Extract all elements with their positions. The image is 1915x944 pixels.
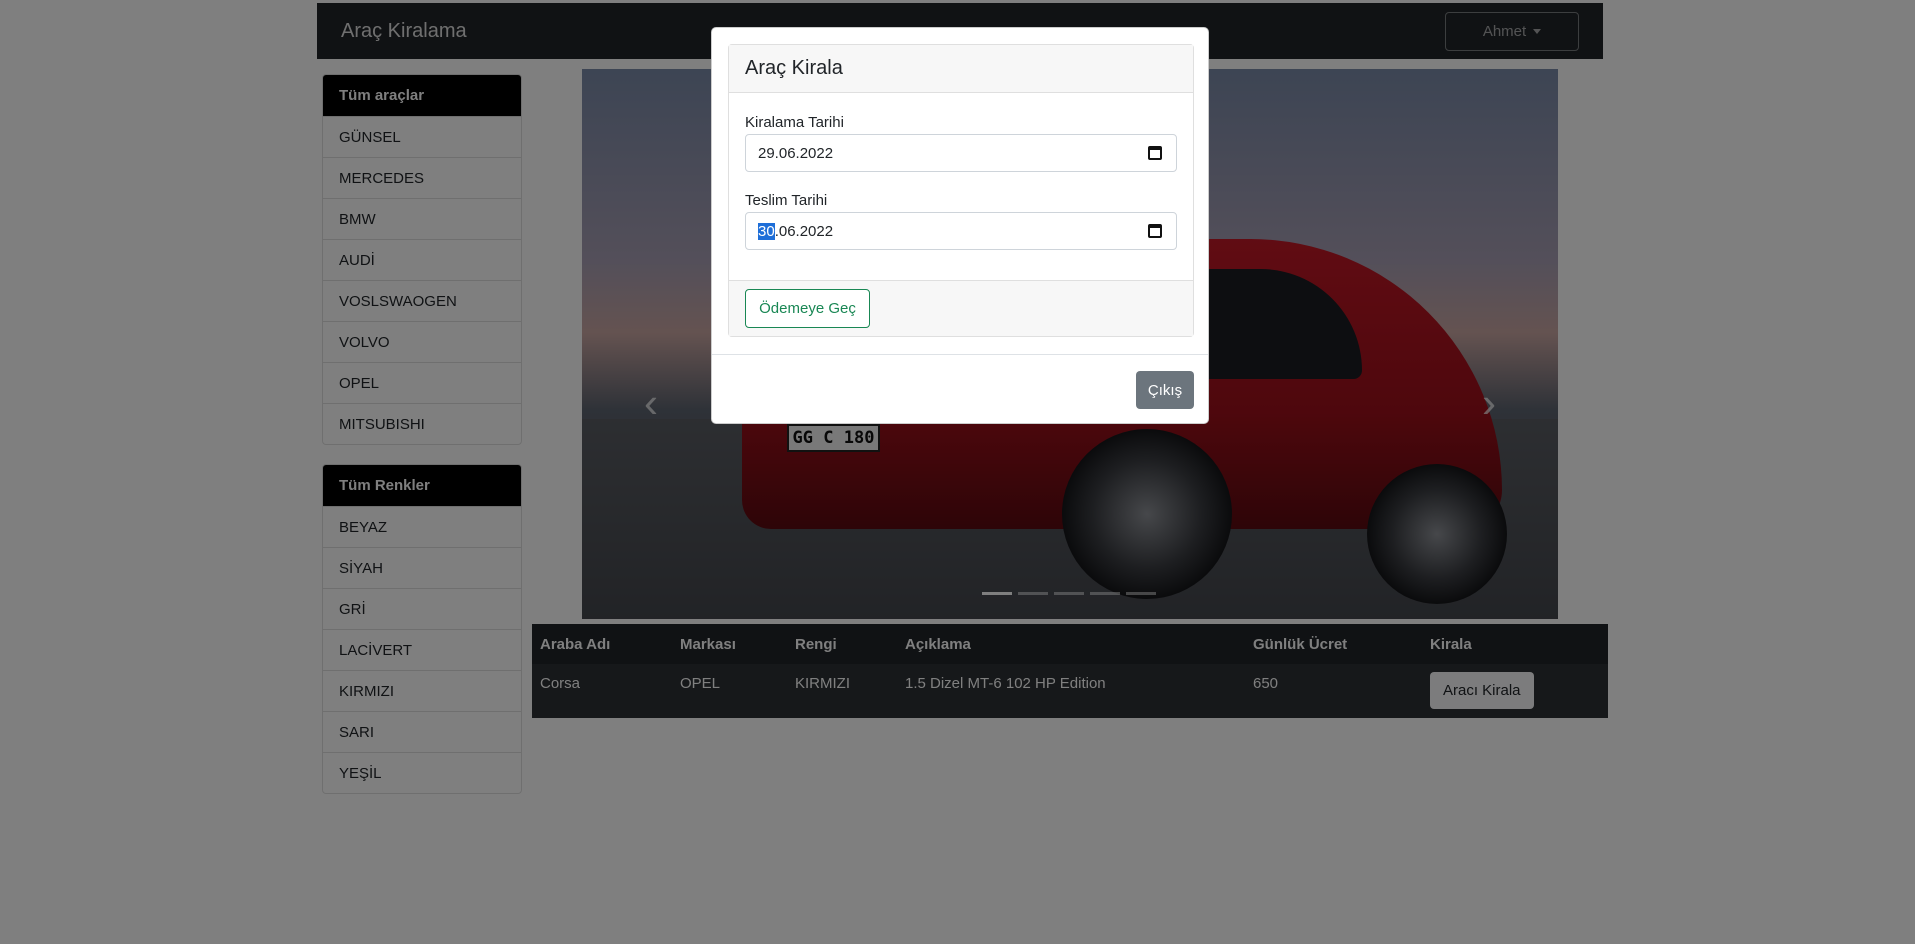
card-footer: Ödemeye Geç [729, 280, 1193, 336]
return-date-input[interactable]: 30.06.2022 [745, 212, 1177, 250]
modal-title: Araç Kirala [729, 45, 1193, 93]
return-date-day-segment[interactable]: 30 [758, 222, 775, 240]
calendar-icon[interactable] [1148, 146, 1162, 160]
return-date-rest: .06.2022 [774, 222, 834, 240]
proceed-to-payment-button[interactable]: Ödemeye Geç [745, 289, 870, 328]
rent-date-input[interactable]: 29.06.2022 [745, 134, 1177, 172]
rent-date-value: 29.06.2022 [758, 144, 834, 162]
return-date-label: Teslim Tarihi [745, 192, 828, 209]
calendar-icon[interactable] [1148, 224, 1162, 238]
rent-form-card: Araç Kirala Kiralama Tarihi 29.06.2022 T… [728, 44, 1194, 337]
exit-button[interactable]: Çıkış [1136, 371, 1194, 409]
rent-date-label: Kiralama Tarihi [745, 114, 844, 131]
modal-footer-divider [712, 354, 1208, 355]
rent-car-modal: Araç Kirala Kiralama Tarihi 29.06.2022 T… [711, 27, 1209, 424]
